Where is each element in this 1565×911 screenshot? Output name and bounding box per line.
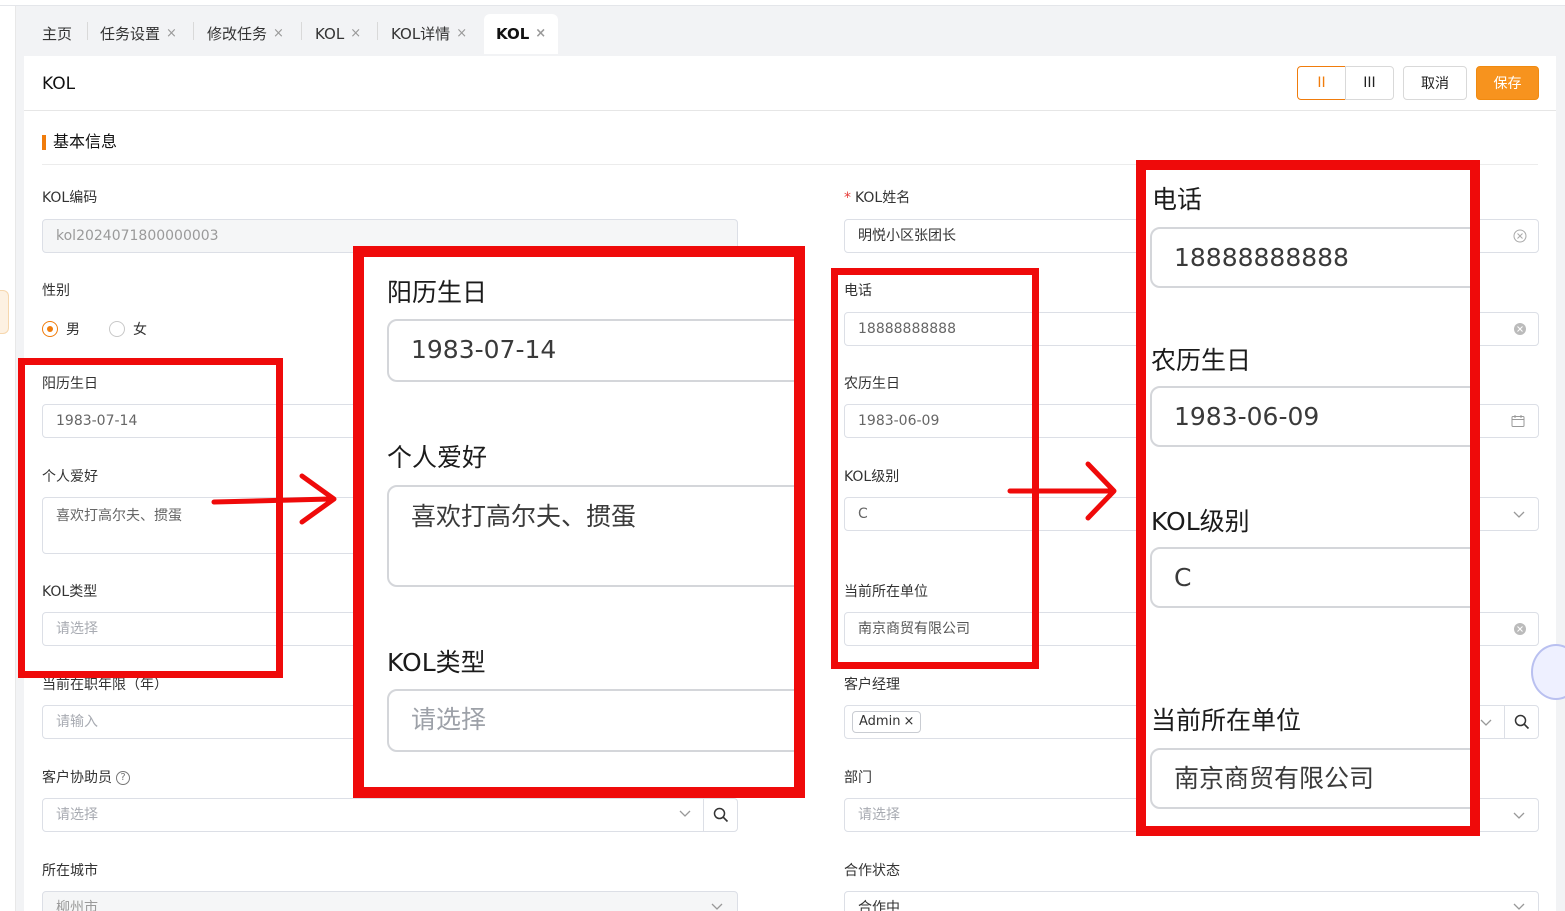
save-button[interactable]: 保存 (1476, 66, 1539, 100)
assistant-label: 客户协助员 (42, 770, 112, 786)
city-select[interactable]: 柳州市 (42, 891, 738, 911)
clear-circle-icon[interactable] (1513, 229, 1527, 243)
tab-label: 任务设置 (100, 25, 161, 43)
zoom-lunar-birthday-field: 1983-06-09 (1150, 386, 1470, 447)
question-circle-icon[interactable]: ? (116, 771, 130, 785)
assistant-label-wrap: 客户协助员? (42, 768, 130, 788)
zoom-company-field: 南京商贸有限公司 (1150, 748, 1470, 809)
clear-circle-icon[interactable] (1513, 322, 1527, 336)
zoom-phone-label: 电话 (1152, 185, 1203, 214)
tab-kol-list[interactable]: KOL × (305, 14, 361, 54)
calendar-icon (1511, 415, 1525, 427)
page: 主页 任务设置 × 修改任务 × KOL × KOL详情 × KOL × KOL II I… (0, 0, 1565, 911)
zoom-company-label: 当前所在单位 (1151, 706, 1302, 735)
kol-name-label-text: KOL姓名 (855, 190, 911, 206)
tab-home[interactable]: 主页 (32, 14, 72, 54)
tag-label: Admin (859, 714, 901, 729)
tag-close-icon[interactable]: × (903, 714, 914, 729)
coop-status-label: 合作状态 (844, 863, 900, 879)
section-accent-bar (42, 135, 46, 150)
tab-close-icon[interactable]: × (166, 18, 177, 50)
search-icon (1514, 714, 1529, 730)
layout-two-column-button[interactable]: II (1297, 66, 1346, 100)
department-placeholder: 请选择 (858, 807, 900, 823)
zoom-kol-level-field: C (1150, 547, 1470, 608)
account-manager-search-button[interactable] (1504, 705, 1539, 739)
tab-kol-active[interactable]: KOL × (484, 14, 559, 54)
tab-divider (377, 22, 378, 40)
years-label: 当前在职年限（年） (42, 677, 168, 693)
tab-label: KOL详情 (391, 25, 451, 43)
zoom-lunar-birthday-label: 农历生日 (1151, 346, 1252, 375)
tab-divider (87, 22, 88, 40)
coop-status-select[interactable]: 合作中 (844, 891, 1539, 911)
zoom-solar-birthday-label: 阳历生日 (387, 278, 488, 307)
chevron-down-icon (1513, 903, 1525, 910)
gender-female-radio[interactable]: 女 (109, 319, 147, 339)
select-placeholder: 请选择 (56, 807, 98, 823)
tab-label: 修改任务 (207, 25, 268, 43)
chevron-down-icon (1480, 719, 1492, 726)
kol-name-value: 明悦小区张团长 (858, 228, 956, 244)
tab-bar: 主页 任务设置 × 修改任务 × KOL × KOL详情 × KOL × (17, 6, 1565, 54)
radio-checked-icon (42, 321, 58, 337)
chevron-down-icon (711, 903, 723, 910)
tab-close-icon[interactable]: × (535, 18, 546, 50)
zoom-hobby-field: 喜欢打高尔夫、掼蛋 (387, 485, 794, 587)
tab-close-icon[interactable]: × (456, 18, 467, 50)
required-mark: * (844, 190, 851, 206)
search-icon (713, 807, 728, 823)
tab-edit-task[interactable]: 修改任务 × (197, 14, 284, 54)
section-title: 基本信息 (53, 132, 118, 151)
tab-kol-detail[interactable]: KOL详情 × (381, 14, 467, 54)
tab-label: KOL (496, 25, 530, 43)
zoom-panel-left: 阳历生日 1983-07-14 个人爱好 喜欢打高尔夫、掼蛋 KOL类型 请选择 (353, 246, 805, 798)
zoom-kol-type-field: 请选择 (387, 689, 794, 752)
header-divider (24, 110, 1556, 111)
clear-circle-icon[interactable] (1513, 622, 1527, 636)
assistant-search-button[interactable] (703, 798, 738, 832)
chevron-down-icon (1513, 511, 1525, 518)
kol-code-label: KOL编码 (42, 190, 98, 206)
annotation-arrow-right (1007, 461, 1117, 521)
zoom-kol-type-label: KOL类型 (387, 648, 486, 677)
zoom-kol-level-label: KOL级别 (1151, 507, 1250, 536)
tab-label: 主页 (42, 25, 73, 43)
page-title: KOL (42, 74, 76, 94)
zoom-panel-right: 电话 18888888888 农历生日 1983-06-09 KOL级别 C 当… (1136, 160, 1480, 836)
radio-label: 女 (133, 322, 147, 338)
city-label: 所在城市 (42, 863, 98, 879)
sidebar-collapse-handle[interactable] (0, 290, 9, 334)
zoom-phone-field: 18888888888 (1150, 227, 1470, 288)
account-manager-tag: Admin × (852, 711, 922, 733)
tab-label: KOL (315, 25, 345, 43)
chevron-down-icon (679, 810, 691, 817)
cancel-button[interactable]: 取消 (1403, 66, 1467, 100)
gender-male-radio[interactable]: 男 (42, 319, 80, 339)
radio-unchecked-icon (109, 321, 125, 337)
assistant-select[interactable]: 请选择 (42, 798, 704, 832)
layout-three-column-button[interactable]: III (1345, 66, 1394, 100)
zoom-hobby-label: 个人爱好 (387, 443, 488, 472)
tab-divider (193, 22, 194, 40)
gender-label: 性别 (42, 283, 70, 299)
chevron-down-icon (1513, 812, 1525, 819)
department-label: 部门 (844, 770, 872, 786)
radio-label: 男 (66, 322, 80, 338)
kol-name-label: * KOL姓名 (844, 188, 910, 208)
tab-task-settings[interactable]: 任务设置 × (90, 14, 177, 54)
tab-close-icon[interactable]: × (273, 18, 284, 50)
account-manager-label: 客户经理 (844, 677, 900, 693)
annotation-arrow-left (211, 473, 337, 525)
city-value: 柳州市 (56, 900, 98, 911)
zoom-solar-birthday-field: 1983-07-14 (387, 319, 794, 382)
tab-divider (301, 22, 302, 40)
sidebar-edge (0, 6, 16, 911)
tab-close-icon[interactable]: × (350, 18, 361, 50)
coop-status-value: 合作中 (858, 900, 900, 911)
